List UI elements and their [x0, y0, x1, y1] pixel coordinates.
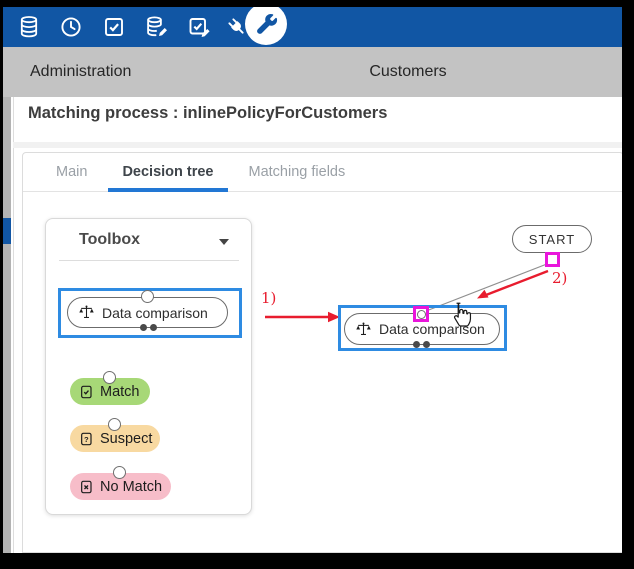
output-dot[interactable] [140, 324, 147, 331]
scale-icon [355, 321, 372, 338]
suspect-icon: ? [78, 431, 94, 447]
connection-endpoint-start[interactable] [545, 252, 560, 267]
title-divider [13, 142, 622, 148]
no-match-icon [78, 479, 94, 495]
left-scroll-strip[interactable] [3, 97, 11, 553]
tab-main[interactable]: Main [42, 153, 101, 191]
app-window: Administration Customers Matching proces… [3, 7, 622, 553]
output-dot[interactable] [413, 341, 420, 348]
input-port[interactable] [113, 466, 126, 479]
active-tab-underline [108, 188, 227, 192]
wrench-active-button[interactable] [245, 7, 287, 45]
tab-decision-tree[interactable]: Decision tree [108, 153, 227, 191]
wrench-icon [254, 12, 279, 37]
tab-matching-fields[interactable]: Matching fields [235, 153, 360, 191]
top-navigation-bar [3, 7, 622, 47]
menu-administration[interactable]: Administration [30, 47, 131, 97]
input-port [417, 310, 426, 319]
output-dot[interactable] [150, 324, 157, 331]
clock-icon[interactable] [59, 15, 83, 39]
input-port[interactable] [103, 371, 116, 384]
checklist-icon[interactable] [102, 15, 126, 39]
tab-row: Main Decision tree Matching fields [23, 153, 622, 192]
hand-cursor-icon [447, 301, 473, 336]
input-port[interactable] [141, 290, 154, 303]
toolbox-title: Toolbox [79, 231, 140, 249]
svg-text:?: ? [84, 434, 89, 443]
menu-customers[interactable]: Customers [353, 47, 463, 97]
start-node[interactable]: START [512, 225, 592, 253]
page-title: Matching process : inlinePolicyForCustom… [28, 104, 387, 123]
checklist-edit-icon[interactable] [187, 15, 211, 39]
breadcrumb-bar: Administration Customers [3, 47, 622, 97]
annotation-1: 1) [261, 289, 276, 307]
input-port[interactable] [108, 418, 121, 431]
output-dot[interactable] [423, 341, 430, 348]
database-icon[interactable] [17, 15, 41, 39]
database-edit-icon[interactable] [144, 15, 168, 39]
scale-icon [78, 304, 95, 321]
collapse-caret-icon[interactable] [219, 239, 229, 245]
match-icon [78, 384, 94, 400]
toolbox-panel: Toolbox [45, 218, 252, 515]
connection-endpoint-node[interactable] [413, 306, 429, 322]
scroll-indicator [3, 218, 11, 244]
annotation-2: 2) [552, 269, 567, 287]
toolbox-divider [59, 260, 239, 261]
